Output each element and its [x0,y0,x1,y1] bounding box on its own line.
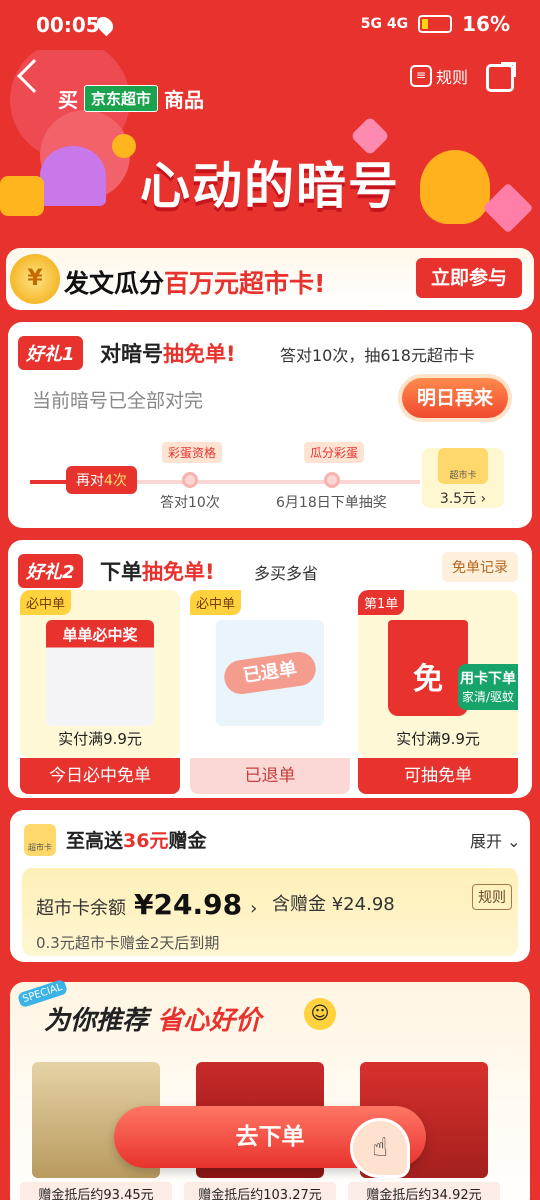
chevron-down-icon: ⌄ [507,832,521,851]
gift1-subtitle: 答对10次，抽618元超市卡 [280,346,475,365]
milestone-tag: 瓜分彩蛋 [304,442,365,463]
gift2-title: 下单抽免单! [100,556,215,586]
gift1-status: 当前暗号已全部对完 [32,390,204,412]
product-image: 已退单 [216,620,324,726]
product-tag: 第1单 [358,590,405,615]
chevron-right-icon: › [250,898,258,919]
gift1-badge: 好礼1 [18,336,83,370]
milestone-node [324,472,340,488]
gift2-card: 好礼2 下单抽免单! 多买多省 免单记录 必中单 单单必中奖 实付满9.9元 今… [8,540,532,798]
gift1-title-prefix: 对暗号 [100,342,163,366]
share-icon[interactable] [486,62,516,92]
gift2-title-highlight: 抽免单 [142,560,205,584]
product-card[interactable]: 第1单 免 用卡下单 家清/驱蚊 实付满9.9元 [358,590,518,758]
balance-row[interactable]: 超市卡余额 ¥24.98 › [36,888,257,921]
banner-text: 发文瓜分百万元超市卡! [64,264,325,300]
balance-panel: 超市卡余额 ¥24.98 › 含赠金 ¥24.98 规则 0.3元超市卡赠金2天… [22,868,518,956]
product-price: 实付满9.9元 [58,730,142,748]
reward-value-text: 3.5元 [439,491,477,507]
overlay-title: 用卡下单 [460,671,516,687]
status-icons: 5G 4G 16% [361,12,510,36]
buy-suffix: 商品 [164,88,205,112]
gift2-title-suffix: ! [205,560,215,584]
gift2-badge: 好礼2 [18,554,83,588]
status-bar: 00:05 5G 4G 16% [0,0,540,50]
coin-icon: ¥ [10,254,60,304]
expand-label: 展开 [470,832,503,851]
progress-current: 再对4次 [66,466,137,494]
balance-rules-button[interactable]: 规则 [472,884,512,910]
milestone-tag: 彩蛋资格 [162,442,223,463]
reward-card[interactable]: 超市卡 3.5元 › [422,448,504,508]
supermarket-title-suffix: 赠金 [168,830,207,852]
milestone-node [182,472,198,488]
gift1-title: 对暗号抽免单! [100,338,236,368]
gift-label: 含赠金 [272,894,326,915]
reward-card-value: 3.5元 › [439,491,487,507]
promo-banner: ¥ 发文瓜分百万元超市卡! 立即参与 [6,248,534,310]
free-glyph: 免 [413,662,443,697]
rules-button[interactable]: ≡ 规则 [410,64,468,88]
store-tag: 京东超市 [84,85,159,112]
page-title: 心动的暗号 [140,157,400,215]
gift1-title-suffix: ! [226,342,236,366]
store-filter: 买 京东超市 商品 [58,84,204,113]
expand-button[interactable]: 展开 ⌄ [470,828,521,852]
milestone-label: 答对10次 [160,495,220,511]
banner-highlight: 百万元超市卡 [164,269,315,298]
rules-label: 规则 [436,68,469,87]
recommend-price: 赠金抵后约93.45元 [20,1182,172,1200]
come-tomorrow-button[interactable]: 明日再来 [402,378,508,418]
gift2-subtitle: 多买多省 [254,564,319,583]
supermarket-title-prefix: 至高送 [66,830,124,852]
progress-current-prefix: 再对 [76,473,104,489]
network-icon: 5G 4G [360,16,409,32]
buy-prefix: 买 [58,88,78,112]
rules-icon: ≡ [410,65,432,87]
product-tag: 必中单 [190,590,242,615]
smile-icon: ☺ [304,998,336,1030]
shopping-bag-icon: 免 [388,620,468,716]
join-button[interactable]: 立即参与 [416,258,522,298]
product-action-button[interactable]: 今日必中免单 [20,758,180,794]
battery-level: 16% [462,12,510,36]
supermarket-title: 至高送36元赠金 [66,826,206,853]
recommend-price: 赠金抵后约103.27元 [184,1182,336,1200]
product-action-button[interactable]: 可抽免单 [358,758,518,794]
battery-icon [418,15,453,33]
product-card[interactable]: 必中单 已退单 [190,590,350,758]
expire-note: 0.3元超市卡赠金2天后到期 [36,934,220,952]
pointing-hand-icon: ☝ [350,1118,410,1178]
supermarket-title-highlight: 36元 [123,830,169,852]
product-tag: 必中单 [20,590,72,615]
gift-amount: 含赠金 ¥24.98 [272,890,395,916]
recommend-title-highlight: 省心好价 [157,1006,262,1036]
milestone-label: 6月18日下单抽奖 [276,495,387,511]
product-card[interactable]: 必中单 单单必中奖 实付满9.9元 [20,590,180,758]
refunded-stamp: 已退单 [222,649,318,697]
banner-prefix: 发文瓜分 [64,269,165,298]
recommend-title-prefix: 为你推荐 [44,1006,149,1036]
supermarket-card-icon: 超市卡 [24,824,56,856]
balance-label: 超市卡余额 [36,898,126,919]
balance-value: ¥24.98 [134,888,243,921]
supermarket-card-icon: 超市卡 [438,448,488,484]
product-action-button[interactable]: 已退单 [190,758,350,794]
recommend-price: 赠金抵后约34.92元 [348,1182,500,1200]
product-image-caption: 单单必中奖 [62,626,138,644]
gift-value: ¥24.98 [331,894,395,915]
overlay-subtitle: 家清/驱蚊 [461,690,515,704]
status-time: 00:05 [36,13,100,37]
banner-suffix: ! [314,269,326,298]
product-image: 单单必中奖 [46,620,154,726]
progress-current-count: 4次 [104,473,127,489]
recommend-title: 为你推荐 省心好价 [44,1000,261,1037]
product-price: 实付满9.9元 [396,730,480,748]
supermarket-card-section: 超市卡 至高送36元赠金 展开 ⌄ 超市卡余额 ¥24.98 › 含赠金 ¥24… [10,810,530,962]
free-record-button[interactable]: 免单记录 [442,552,518,582]
gift2-title-prefix: 下单 [100,560,142,584]
card-order-overlay: 用卡下单 家清/驱蚊 [458,664,518,710]
gift1-card: 好礼1 对暗号抽免单! 答对10次，抽618元超市卡 当前暗号已全部对完 明日再… [8,322,532,528]
gift1-title-highlight: 抽免单 [163,342,226,366]
